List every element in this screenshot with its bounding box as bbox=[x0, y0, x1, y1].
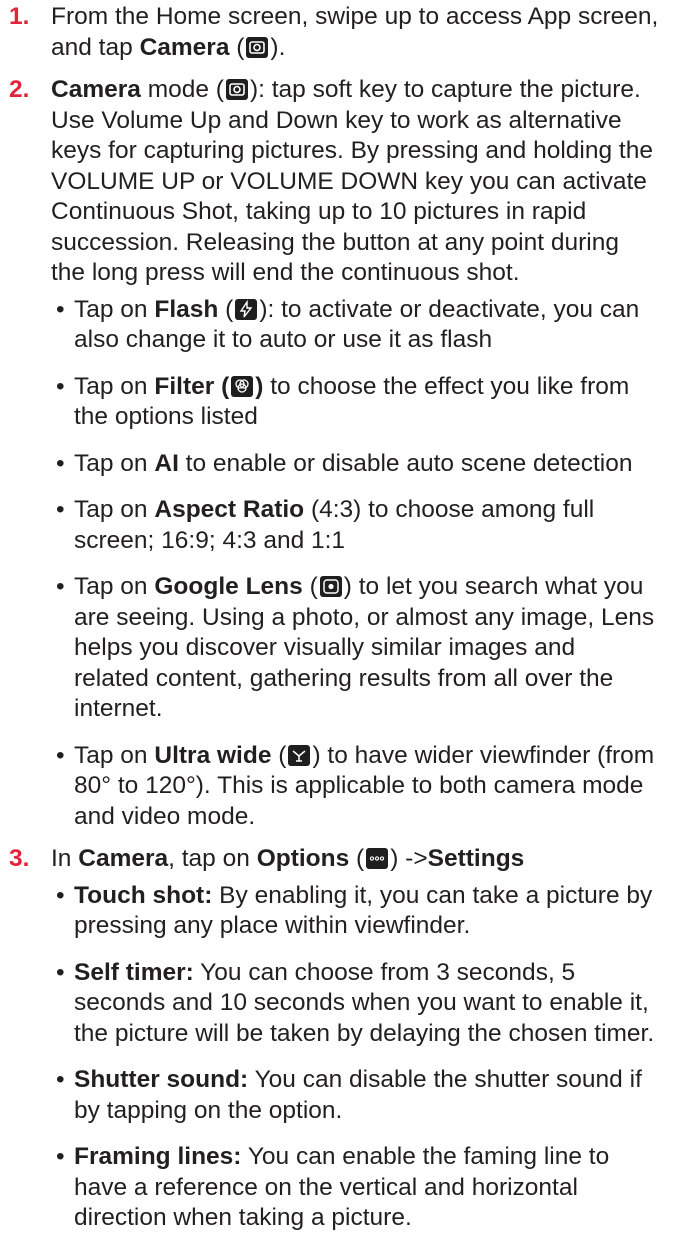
bullet-dot: • bbox=[56, 958, 65, 986]
step-number: 1. bbox=[9, 3, 30, 30]
list-item: • Tap on AI to enable or disable auto sc… bbox=[56, 449, 656, 480]
camera-mode-icon bbox=[225, 79, 248, 100]
list-item: • Tap on Flash (): to activate or deacti… bbox=[56, 295, 640, 354]
bullet-dot: • bbox=[56, 741, 65, 769]
list-item: • Tap on Filter () to choose the effect … bbox=[56, 372, 630, 431]
step-2: 2. Camera mode (): tap soft key to captu… bbox=[9, 75, 659, 289]
bullet-dot: • bbox=[56, 449, 65, 477]
list-item: • Shutter sound: You can disable the shu… bbox=[56, 1066, 642, 1124]
bullet-dot: • bbox=[56, 881, 65, 909]
step-text: In Camera, tap on Options () ->Settings bbox=[51, 845, 525, 872]
bullet-dot: • bbox=[56, 573, 65, 600]
google-lens-icon bbox=[319, 576, 342, 597]
bullet-dot: • bbox=[56, 1066, 65, 1093]
ultra-wide-icon bbox=[288, 744, 311, 766]
list-item: • Framing lines: You can enable the fami… bbox=[56, 1143, 610, 1231]
step-3: 3. In Camera, tap on Options () ->Settin… bbox=[9, 844, 659, 875]
list-item: • Tap on Google Lens () to let you searc… bbox=[56, 573, 655, 722]
list-item: • Tap on Aspect Ratio (4:3) to choose am… bbox=[56, 496, 595, 554]
step-text: Camera mode (): tap soft key to capture … bbox=[51, 76, 653, 286]
step-1: 1. From the Home screen, swipe up to acc… bbox=[9, 2, 659, 63]
list-item: • Tap on Ultra wide () to have wider vie… bbox=[56, 741, 655, 830]
bullet-dot: • bbox=[56, 496, 65, 523]
step-text: From the Home screen, swipe up to access… bbox=[51, 3, 659, 61]
step-number: 3. bbox=[9, 845, 30, 872]
options-icon bbox=[366, 848, 389, 869]
bullet-dot: • bbox=[56, 372, 65, 400]
list-item: • Self timer: You can choose from 3 seco… bbox=[56, 958, 655, 1047]
list-item: • Touch shot: By enabling it, you can ta… bbox=[56, 881, 653, 940]
filter-icon bbox=[231, 375, 254, 397]
bullet-dot: • bbox=[56, 1143, 65, 1170]
camera-icon bbox=[246, 36, 269, 58]
step-number: 2. bbox=[9, 76, 30, 103]
manual-page: 1. From the Home screen, swipe up to acc… bbox=[0, 0, 674, 1238]
flash-icon bbox=[235, 298, 258, 320]
bullet-dot: • bbox=[56, 295, 65, 323]
